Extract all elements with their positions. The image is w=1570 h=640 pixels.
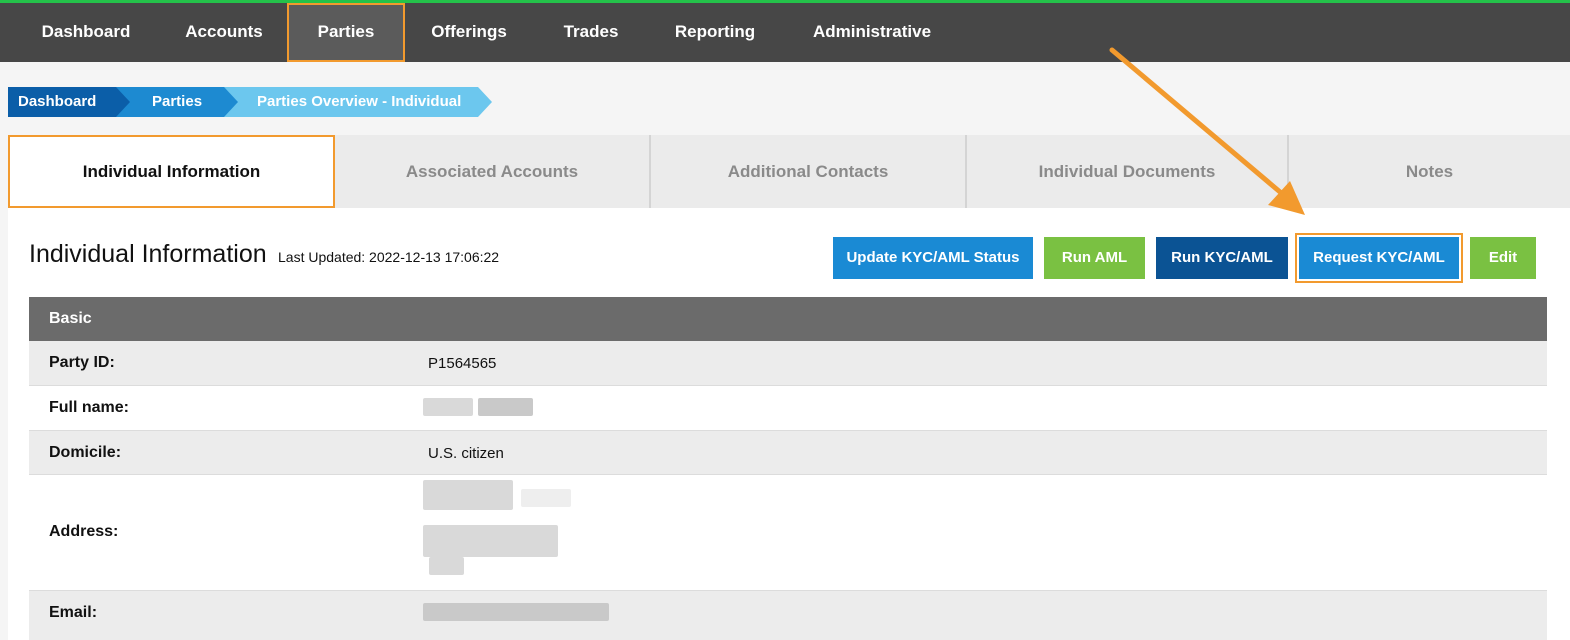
page-title: Individual Information: [29, 240, 267, 268]
nav-parties[interactable]: Parties: [287, 3, 405, 62]
full-name-label: Full name:: [49, 399, 130, 416]
redacted-address: [429, 557, 464, 575]
redacted-address: [423, 480, 513, 510]
detail-row-full-name: Full name:: [29, 386, 1547, 431]
breadcrumb-separator: [478, 87, 492, 117]
tab-individual-information[interactable]: Individual Information: [8, 135, 335, 208]
email-label: Email:: [49, 604, 98, 621]
nav-offerings[interactable]: Offerings: [414, 3, 524, 62]
redacted-address: [521, 489, 571, 507]
edit-button[interactable]: Edit: [1470, 237, 1536, 279]
detail-row-party-id: Party ID: P1564565: [29, 341, 1547, 386]
redacted-full-name: [478, 398, 533, 416]
breadcrumb-label: Parties Overview - Individual: [257, 93, 462, 110]
domicile-value: U.S. citizen: [428, 445, 504, 462]
detail-row-email: Email:: [29, 591, 1547, 640]
address-label: Address:: [49, 523, 119, 540]
tab-bar: Individual Information Associated Accoun…: [8, 135, 1570, 208]
breadcrumb-separator: [224, 87, 238, 117]
breadcrumb-label: Parties: [152, 93, 203, 110]
party-id-value: P1564565: [428, 355, 497, 372]
party-id-label: Party ID:: [49, 354, 115, 371]
run-aml-button[interactable]: Run AML: [1044, 237, 1145, 279]
breadcrumb-separator: [116, 87, 130, 117]
section-heading-basic: Basic: [29, 297, 1547, 341]
tab-additional-contacts[interactable]: Additional Contacts: [651, 135, 967, 208]
nav-accounts[interactable]: Accounts: [168, 3, 280, 62]
breadcrumb-dashboard[interactable]: Dashboard: [8, 87, 130, 117]
run-kyc-aml-button[interactable]: Run KYC/AML: [1156, 237, 1288, 279]
individual-information-panel: Individual Information Last Updated: 202…: [8, 208, 1570, 640]
tab-notes[interactable]: Notes: [1289, 135, 1570, 208]
nav-reporting[interactable]: Reporting: [660, 3, 770, 62]
detail-row-domicile: Domicile: U.S. citizen: [29, 431, 1547, 475]
detail-row-address: Address:: [29, 475, 1547, 591]
breadcrumb-label: Dashboard: [18, 93, 97, 110]
breadcrumb-parties[interactable]: Parties: [116, 87, 238, 117]
update-kyc-aml-status-button[interactable]: Update KYC/AML Status: [833, 237, 1033, 279]
request-kyc-aml-button[interactable]: Request KYC/AML: [1299, 237, 1459, 279]
domicile-label: Domicile:: [49, 444, 122, 461]
breadcrumb-current: Parties Overview - Individual: [224, 87, 492, 117]
last-updated-text: Last Updated: 2022-12-13 17:06:22: [278, 249, 500, 265]
redacted-full-name: [423, 398, 473, 416]
nav-administrative[interactable]: Administrative: [800, 3, 944, 62]
tab-associated-accounts[interactable]: Associated Accounts: [335, 135, 651, 208]
redacted-email: [423, 603, 609, 621]
redacted-address: [423, 525, 558, 557]
tab-individual-documents[interactable]: Individual Documents: [967, 135, 1289, 208]
nav-trades[interactable]: Trades: [546, 3, 636, 62]
nav-dashboard[interactable]: Dashboard: [22, 3, 150, 62]
top-nav: Dashboard Accounts Parties Offerings Tra…: [0, 0, 1570, 62]
